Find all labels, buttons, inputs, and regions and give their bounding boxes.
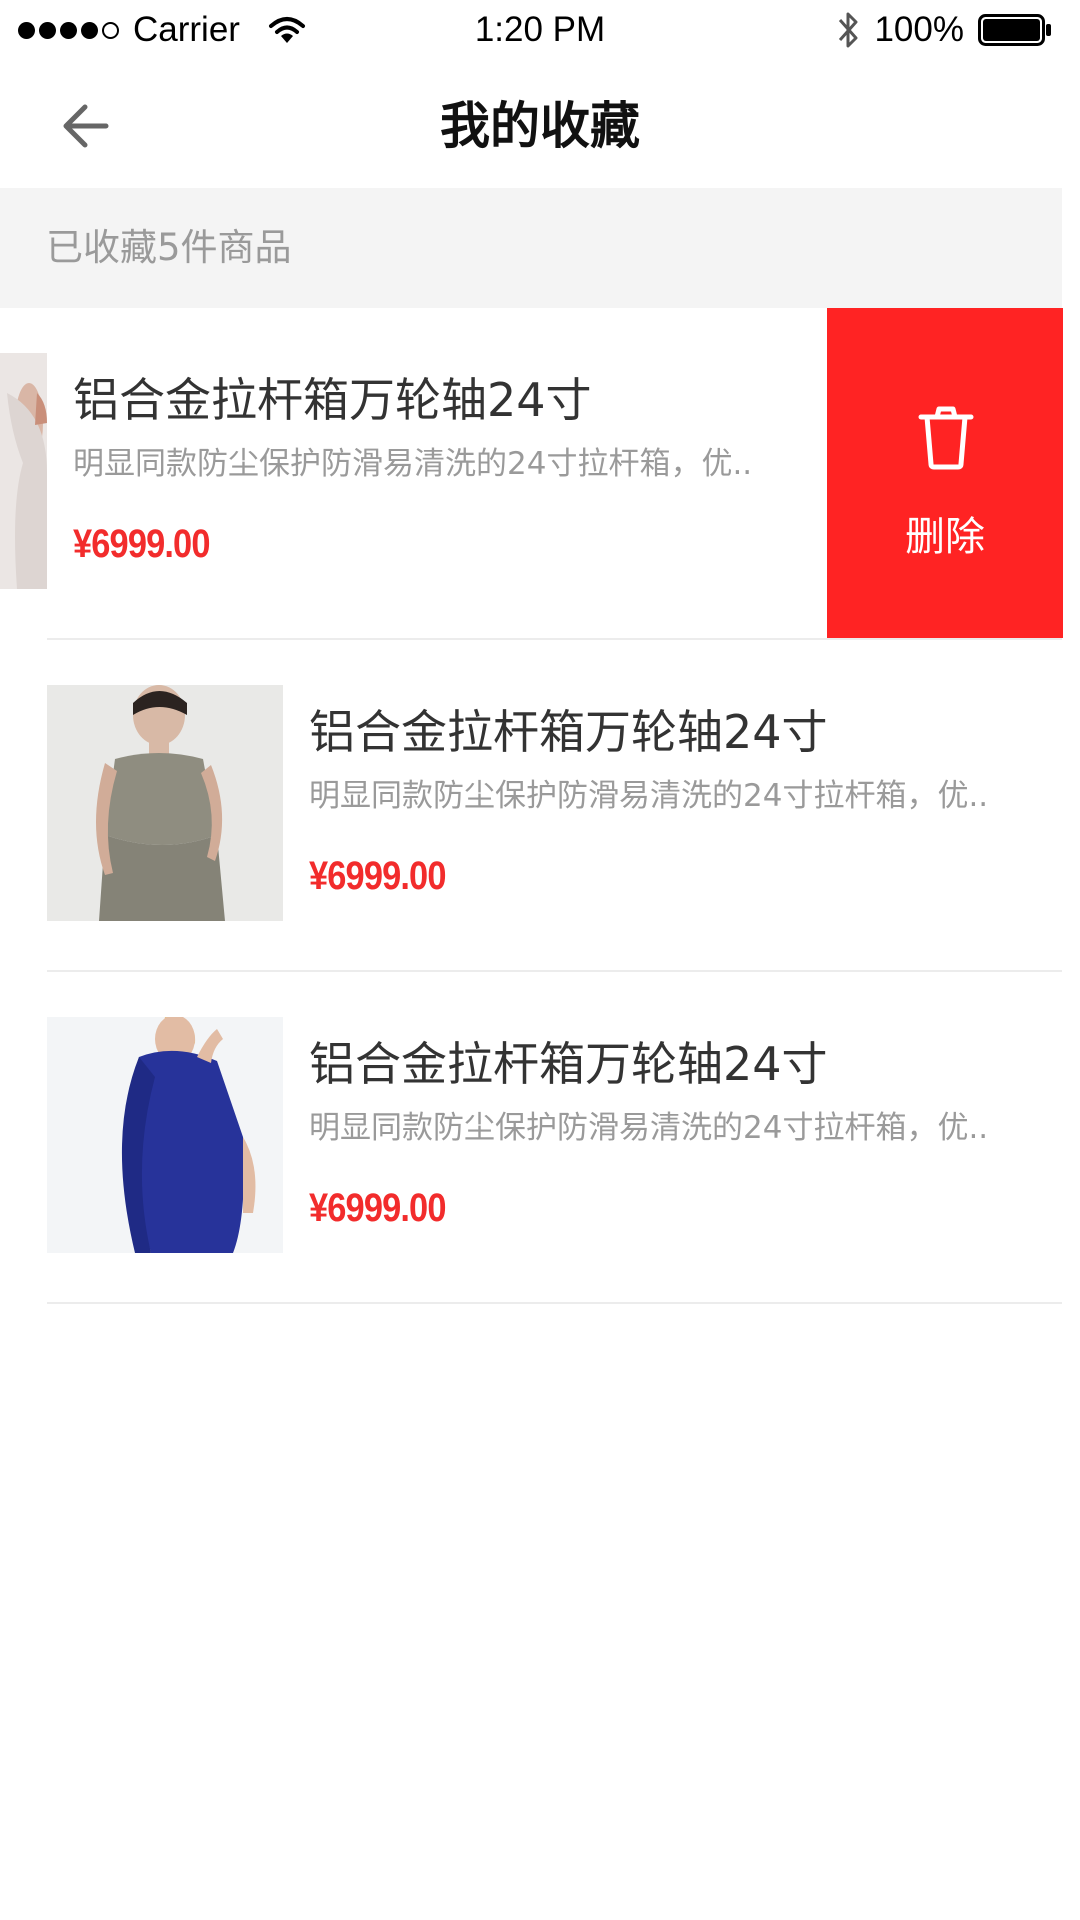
battery-icon: [978, 14, 1051, 46]
product-title: 铝合金拉杆箱万轮轴24寸: [309, 705, 828, 759]
page-title: 我的收藏: [440, 97, 640, 155]
product-price: ¥6999.00: [73, 522, 210, 566]
status-bar: Carrier 1:20 PM 100%: [0, 0, 1080, 64]
delete-label: 删除: [905, 514, 985, 560]
list-item-content[interactable]: 铝合金拉杆箱万轮轴24寸 明显同款防尘保护防滑易清洗的24寸拉杆箱，优.. ¥6…: [0, 640, 1080, 972]
product-image[interactable]: [0, 353, 47, 589]
status-right: 100%: [836, 8, 1052, 52]
product-price: ¥6999.00: [309, 1186, 446, 1230]
product-description: 明显同款防尘保护防滑易清洗的24寸拉杆箱，优..: [309, 778, 989, 814]
favorites-list: 铝合金拉杆箱万轮轴24寸 明显同款防尘保护防滑易清洗的24寸拉杆箱，优.. ¥6…: [0, 308, 1080, 1304]
bluetooth-icon: [839, 12, 858, 48]
row-divider: [47, 1302, 1062, 1304]
product-description: 明显同款防尘保护防滑易清洗的24寸拉杆箱，优..: [73, 446, 753, 482]
delete-button[interactable]: 删除: [827, 308, 1063, 638]
list-item: 铝合金拉杆箱万轮轴24寸 明显同款防尘保护防滑易清洗的24寸拉杆箱，优.. ¥6…: [0, 308, 1080, 640]
favorites-count-text: 已收藏5件商品: [46, 226, 292, 269]
product-description: 明显同款防尘保护防滑易清洗的24寸拉杆箱，优..: [309, 1110, 989, 1146]
product-image[interactable]: [47, 685, 283, 921]
trash-icon: [917, 406, 975, 470]
nav-bar: 我的收藏: [0, 64, 1080, 188]
arrow-left-icon: [63, 104, 109, 148]
list-item: 铝合金拉杆箱万轮轴24寸 明显同款防尘保护防滑易清洗的24寸拉杆箱，优.. ¥6…: [0, 972, 1080, 1304]
summary-bar: 已收藏5件商品: [0, 188, 1062, 308]
product-title: 铝合金拉杆箱万轮轴24寸: [309, 1037, 828, 1091]
back-button[interactable]: [40, 88, 130, 164]
product-image[interactable]: [47, 1017, 283, 1253]
product-title: 铝合金拉杆箱万轮轴24寸: [73, 373, 592, 427]
product-price: ¥6999.00: [309, 854, 446, 898]
list-item-content[interactable]: 铝合金拉杆箱万轮轴24寸 明显同款防尘保护防滑易清洗的24寸拉杆箱，优.. ¥6…: [0, 308, 844, 640]
list-item-content[interactable]: 铝合金拉杆箱万轮轴24寸 明显同款防尘保护防滑易清洗的24寸拉杆箱，优.. ¥6…: [0, 972, 1080, 1304]
battery-percent: 100%: [874, 10, 964, 49]
list-item: 铝合金拉杆箱万轮轴24寸 明显同款防尘保护防滑易清洗的24寸拉杆箱，优.. ¥6…: [0, 640, 1080, 972]
